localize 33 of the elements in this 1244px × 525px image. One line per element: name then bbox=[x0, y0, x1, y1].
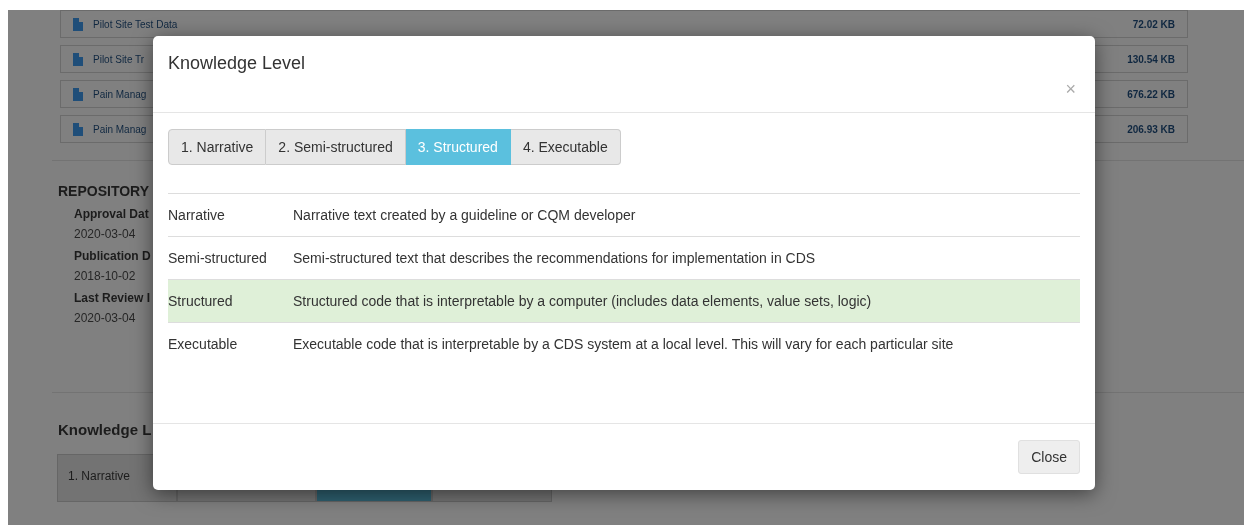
modal-title: Knowledge Level bbox=[168, 53, 306, 75]
document-icon bbox=[73, 122, 83, 136]
file-size: 130.54 KB bbox=[1127, 53, 1175, 65]
table-cell-text: Executable bbox=[168, 336, 239, 352]
file-name: Pilot Site Test Data bbox=[93, 18, 178, 30]
document-icon bbox=[73, 87, 83, 101]
field-label: Last Review I bbox=[74, 291, 151, 305]
section-heading: REPOSITORY bbox=[58, 183, 150, 199]
field-label: Publication D bbox=[74, 249, 151, 263]
table-cell-text: Structured bbox=[168, 293, 234, 309]
file-name: Pilot Site Tr bbox=[93, 53, 145, 65]
file-name: Pain Manag bbox=[93, 123, 147, 135]
table-cell: Executable code that is interpretable by a CDS system at a local level. This will vary for each particular site bbox=[293, 336, 954, 352]
table-cell: Structured code that is interpretable by a computer (includes data elements, value sets, logic) bbox=[293, 293, 872, 309]
file-size: 676.22 KB bbox=[1127, 88, 1175, 100]
table-cell: Semi-structured text that describes the recommendations for implementation in CDS bbox=[293, 250, 816, 266]
section-heading: Knowledge L bbox=[58, 421, 152, 438]
tab[interactable]: 2. Semi-structured bbox=[266, 129, 406, 165]
document-icon bbox=[73, 17, 83, 31]
document-icon bbox=[73, 52, 83, 66]
tab[interactable]: 1. Narrative bbox=[168, 129, 267, 165]
file-size: 206.93 KB bbox=[1127, 123, 1175, 135]
field-value: 2018-10-02 bbox=[74, 269, 136, 283]
table-cell-text: Semi-structured bbox=[168, 250, 268, 266]
field-label: Approval Dat bbox=[74, 207, 149, 221]
table-cell: Narrative text created by a guideline or CQM developer bbox=[293, 207, 636, 223]
field-value: 2020-03-04 bbox=[74, 311, 136, 325]
table-cell-text: Narrative bbox=[168, 207, 226, 223]
tab[interactable]: 4. Executable bbox=[510, 129, 621, 165]
file-name: Pain Manag bbox=[93, 88, 147, 100]
field-value: 2020-03-04 bbox=[74, 227, 136, 241]
close-button[interactable]: Close bbox=[1018, 440, 1080, 474]
file-size: 72.02 KB bbox=[1132, 18, 1175, 30]
